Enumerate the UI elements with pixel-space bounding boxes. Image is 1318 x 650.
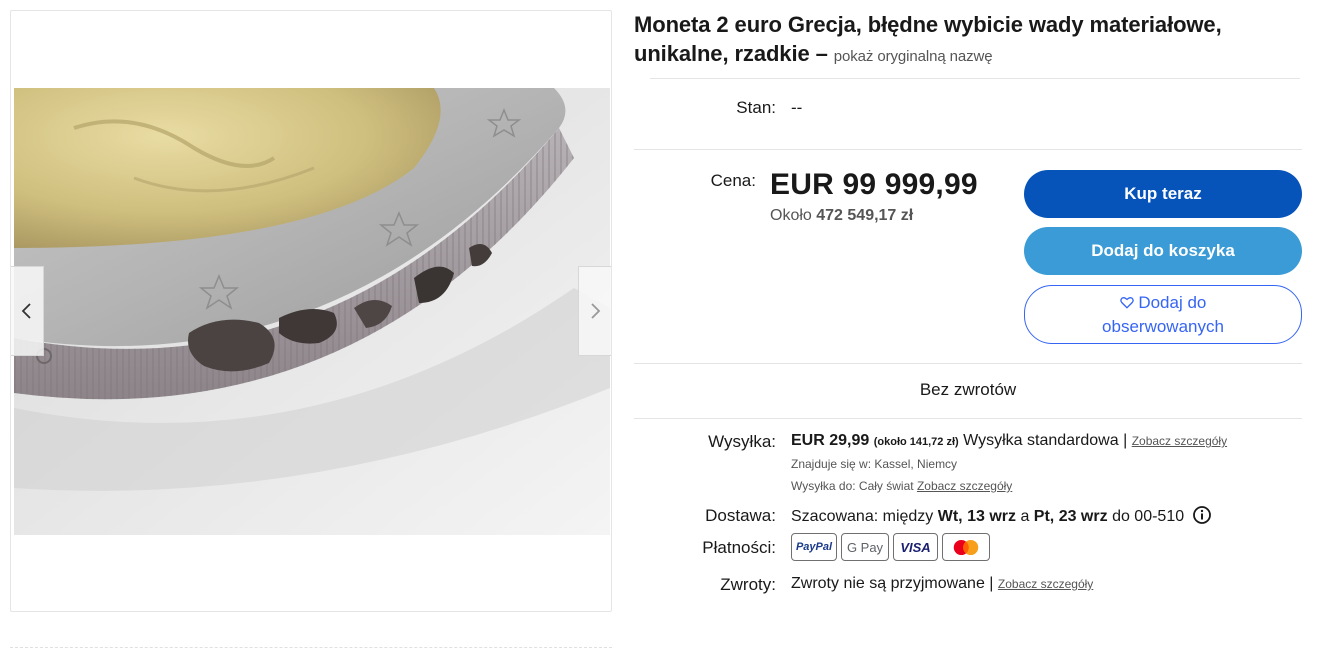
approx-value: 472 549,17 zł <box>816 207 914 224</box>
shipping-service: Wysyłka standardowa <box>963 432 1119 449</box>
shipping-value: EUR 29,99 (około 141,72 zł) Wysyłka stan… <box>791 432 1227 450</box>
gallery-prev-button[interactable] <box>11 266 44 356</box>
image-gallery <box>10 10 612 612</box>
gallery-next-button[interactable] <box>578 266 611 356</box>
listing-photo[interactable] <box>14 88 610 535</box>
watch-label-wrap: Dodaj do obserwowanych <box>1065 291 1261 339</box>
returns-label: Zwroty: <box>720 575 776 594</box>
returns-banner: Bez zwrotów <box>919 380 1017 399</box>
listing-info: Moneta 2 euro Grecja, błędne wybicie wad… <box>634 10 1306 71</box>
returns-separator: | <box>989 575 994 592</box>
shipping-separator: | <box>1123 432 1128 449</box>
shipping-details-link[interactable]: Zobacz szczegóły <box>1132 434 1227 448</box>
visa-text: VISA <box>900 539 931 555</box>
mastercard-badge <box>942 533 990 561</box>
info-icon[interactable] <box>1192 506 1211 524</box>
delivery-from: Wt, 13 wrz <box>937 508 1016 525</box>
gallery-bottom-divider <box>10 647 612 648</box>
returns-value: Zwroty nie są przyjmowane | Zobacz szcze… <box>791 575 1093 593</box>
buy-now-button[interactable]: Kup teraz <box>1024 170 1302 218</box>
shipping-approx: (około 141,72 zł) <box>873 436 959 448</box>
approx-prefix: Około <box>770 207 812 224</box>
delivery-suffix: do 00-510 <box>1112 508 1185 525</box>
price-label: Cena: <box>710 171 756 190</box>
price-approx: Około 472 549,17 zł <box>770 207 913 225</box>
delivery-and: a <box>1020 508 1030 525</box>
price-value: EUR 99 999,99 <box>770 168 978 201</box>
chevron-right-icon <box>591 303 601 319</box>
add-to-cart-button[interactable]: Dodaj do koszyka <box>1024 227 1302 275</box>
heart-icon <box>1119 296 1134 309</box>
divider <box>634 149 1302 150</box>
delivery-label: Dostawa: <box>705 506 776 525</box>
condition-label: Stan: <box>736 98 776 117</box>
title-separator: – <box>815 41 828 66</box>
delivery-to: Pt, 23 wrz <box>1033 508 1108 525</box>
chevron-left-icon <box>21 303 31 319</box>
divider <box>650 78 1300 79</box>
ships-to-text: Wysyłka do: Cały świat <box>791 479 914 493</box>
shipping-price: EUR 29,99 <box>791 432 870 449</box>
delivery-value: Szacowana: między Wt, 13 wrz a Pt, 23 wr… <box>791 506 1211 526</box>
delivery-prefix: Szacowana: między <box>791 508 934 525</box>
ships-to-details-link[interactable]: Zobacz szczegóły <box>917 479 1012 493</box>
paypal-text: PayPal <box>795 541 833 553</box>
mastercard-icon <box>953 539 979 555</box>
visa-badge: VISA <box>893 533 938 561</box>
payments-label: Płatności: <box>702 538 776 557</box>
add-to-watchlist-button[interactable]: Dodaj do obserwowanych <box>1024 285 1302 344</box>
shipping-label: Wysyłka: <box>708 432 776 451</box>
divider <box>634 418 1302 419</box>
gpay-badge: G Pay <box>841 533 889 561</box>
divider <box>634 363 1302 364</box>
page-title: Moneta 2 euro Grecja, błędne wybicie wad… <box>634 10 1306 71</box>
returns-text: Zwroty nie są przyjmowane <box>791 575 985 592</box>
returns-details-link[interactable]: Zobacz szczegóły <box>998 577 1093 591</box>
gpay-text: G Pay <box>846 539 884 555</box>
condition-value: -- <box>791 98 803 117</box>
show-original-title-link[interactable]: pokaż oryginalną nazwę <box>834 48 993 65</box>
item-location: Znajduje się w: Kassel, Niemcy <box>791 457 958 471</box>
ships-to: Wysyłka do: Cały świat Zobacz szczegóły <box>791 479 1012 493</box>
paypal-badge: PayPal <box>791 533 837 561</box>
